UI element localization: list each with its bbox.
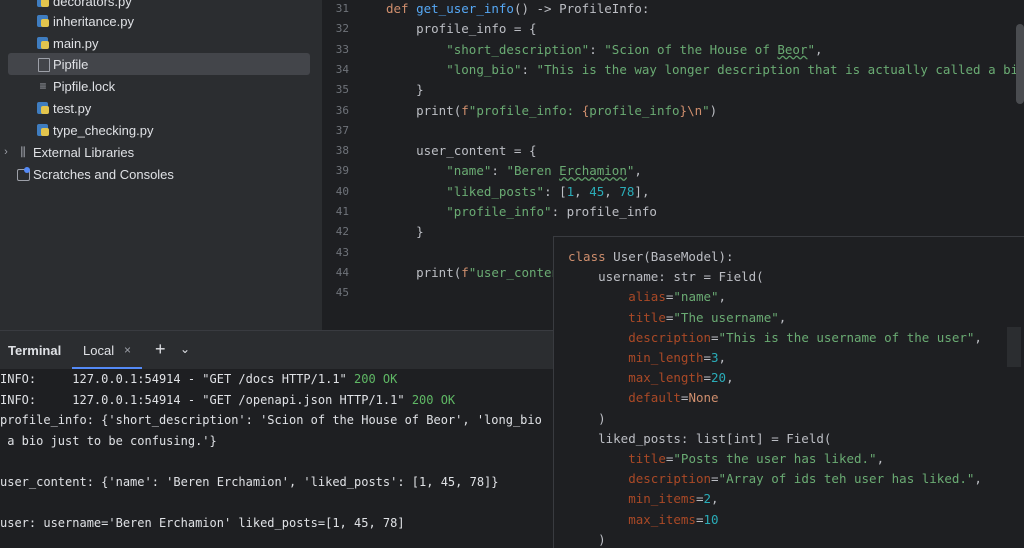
popup-code-line: alias="name",	[628, 289, 727, 305]
tree-item-test[interactable]: test.py	[8, 97, 310, 119]
terminal-line: INFO: 127.0.0.1:54914 - "GET /openapi.js…	[0, 392, 456, 407]
line-number: 31	[335, 2, 349, 15]
popup-code-line: liked_posts: list[int] = Field(	[568, 430, 832, 446]
popup-code-line: title="Posts the user has liked.",	[628, 451, 885, 466]
tree-item-label: main.py	[53, 35, 99, 51]
code-line[interactable]: def get_user_info() -> ProfileInfo:	[386, 1, 649, 16]
tree-item-pipfile-lock[interactable]: ≡ Pipfile.lock	[8, 75, 310, 97]
popup-code-line: max_items=10	[628, 511, 719, 527]
line-number: 36	[335, 103, 349, 117]
library-icon: ⫼	[20, 145, 26, 159]
tree-item-label: External Libraries	[33, 144, 135, 160]
line-number: 33	[335, 42, 349, 56]
tree-item-inheritance[interactable]: inheritance.py	[8, 10, 310, 32]
popup-code-line: max_length=20,	[628, 370, 734, 386]
popup-code-line: )	[568, 410, 606, 426]
popup-code-line: min_items=2,	[628, 491, 719, 507]
quick-definition-popup: class User(BaseModel): username: str = F…	[553, 236, 1024, 548]
terminal-title: Terminal	[8, 343, 62, 358]
code-line[interactable]: "profile_info": profile_info	[386, 204, 657, 219]
code-line[interactable]: print(f"user_content	[386, 265, 567, 280]
tree-item-label: decorators.py	[53, 0, 132, 9]
python-file-icon	[36, 101, 50, 115]
line-number: 42	[335, 225, 349, 239]
python-file-icon	[36, 0, 50, 8]
line-number: 37	[335, 123, 349, 137]
code-line[interactable]: "short_description": "Scion of the House…	[386, 42, 822, 57]
popup-code-line: description="Array of ids teh user has l…	[628, 471, 982, 487]
tree-item-label: type_checking.py	[53, 122, 154, 138]
tree-item-label: Pipfile	[53, 56, 89, 72]
code-line[interactable]: print(f"profile_info: {profile_info}\n")	[386, 103, 717, 118]
line-number: 44	[335, 265, 349, 279]
terminal-tab-label: Local	[83, 343, 115, 358]
line-number: 35	[335, 83, 349, 97]
tree-item-label: inheritance.py	[53, 13, 134, 29]
code-line[interactable]: }	[386, 82, 424, 97]
text-file-icon: ≡	[39, 79, 47, 93]
terminal-panel: Terminal Local × + ⌄ INFO: 127.0.0.1:549…	[0, 330, 560, 548]
popup-code-line: username: str = Field(	[568, 269, 764, 285]
python-file-icon	[36, 36, 50, 50]
tree-item-main[interactable]: main.py	[8, 32, 310, 54]
line-number: 39	[335, 164, 349, 178]
popup-code-line: min_length=3,	[628, 350, 727, 365]
popup-scrollbar[interactable]	[1007, 327, 1021, 367]
code-line[interactable]: "long_bio": "This is the way longer desc…	[386, 62, 1024, 77]
project-tree-panel: decorators.py inheritance.py main.py Pip…	[0, 0, 322, 330]
terminal-tab-local[interactable]: Local ×	[72, 331, 142, 369]
tree-item-label: test.py	[53, 100, 92, 116]
scratches-icon	[16, 167, 30, 181]
add-icon[interactable]: +	[155, 339, 166, 360]
terminal-line: user_content: {'name': 'Beren Erchamion'…	[0, 474, 499, 489]
tree-item-scratches[interactable]: Scratches and Consoles	[0, 163, 310, 185]
editor-scrollbar[interactable]	[1016, 24, 1024, 104]
tree-item-type-checking[interactable]: type_checking.py	[8, 119, 310, 141]
popup-code-line: title="The username",	[628, 309, 787, 325]
terminal-header: Terminal Local × + ⌄	[0, 331, 560, 369]
terminal-line: a bio just to be confusing.'}	[0, 433, 217, 448]
code-line[interactable]: "liked_posts": [1, 45, 78],	[386, 184, 649, 199]
chevron-right-icon[interactable]: ›	[0, 146, 12, 158]
popup-code-line: default=None	[628, 390, 719, 406]
terminal-line: INFO: 127.0.0.1:54914 - "GET /docs HTTP/…	[0, 372, 398, 386]
line-number-gutter: 31 32 33 34 35 36 37 38 39 40 41 42 43 44 45	[322, 0, 377, 330]
code-line[interactable]: "name": "Beren Erchamion",	[386, 163, 642, 178]
pipfile-icon	[36, 57, 50, 72]
tree-item-label: Scratches and Consoles	[33, 166, 174, 182]
code-line[interactable]: profile_info = {	[386, 21, 536, 36]
tree-item-label: Pipfile.lock	[53, 78, 116, 94]
tree-item-pipfile[interactable]: Pipfile	[8, 53, 310, 75]
line-number: 32	[335, 22, 349, 36]
terminal-line: profile_info: {'short_description': 'Sci…	[0, 413, 542, 427]
python-file-icon	[36, 123, 50, 137]
line-number: 41	[335, 205, 349, 218]
code-line[interactable]: user_content = {	[386, 143, 536, 158]
terminal-line: user: username='Beren Erchamion' liked_p…	[0, 515, 405, 530]
line-number: 38	[335, 144, 349, 158]
line-number: 43	[335, 245, 349, 259]
python-file-icon	[36, 14, 50, 28]
line-number: 34	[335, 62, 349, 76]
popup-code-line: )	[568, 531, 606, 547]
tree-item-external-libraries[interactable]: › ⫼ External Libraries	[0, 141, 310, 163]
popup-code-line: class User(BaseModel):	[568, 249, 734, 264]
close-icon[interactable]: ×	[124, 343, 131, 357]
line-number: 40	[335, 184, 349, 198]
chevron-down-icon[interactable]: ⌄	[180, 342, 190, 356]
code-line[interactable]: }	[386, 224, 424, 239]
line-number: 45	[335, 286, 349, 300]
popup-code-line: description="This is the username of the…	[628, 329, 982, 345]
